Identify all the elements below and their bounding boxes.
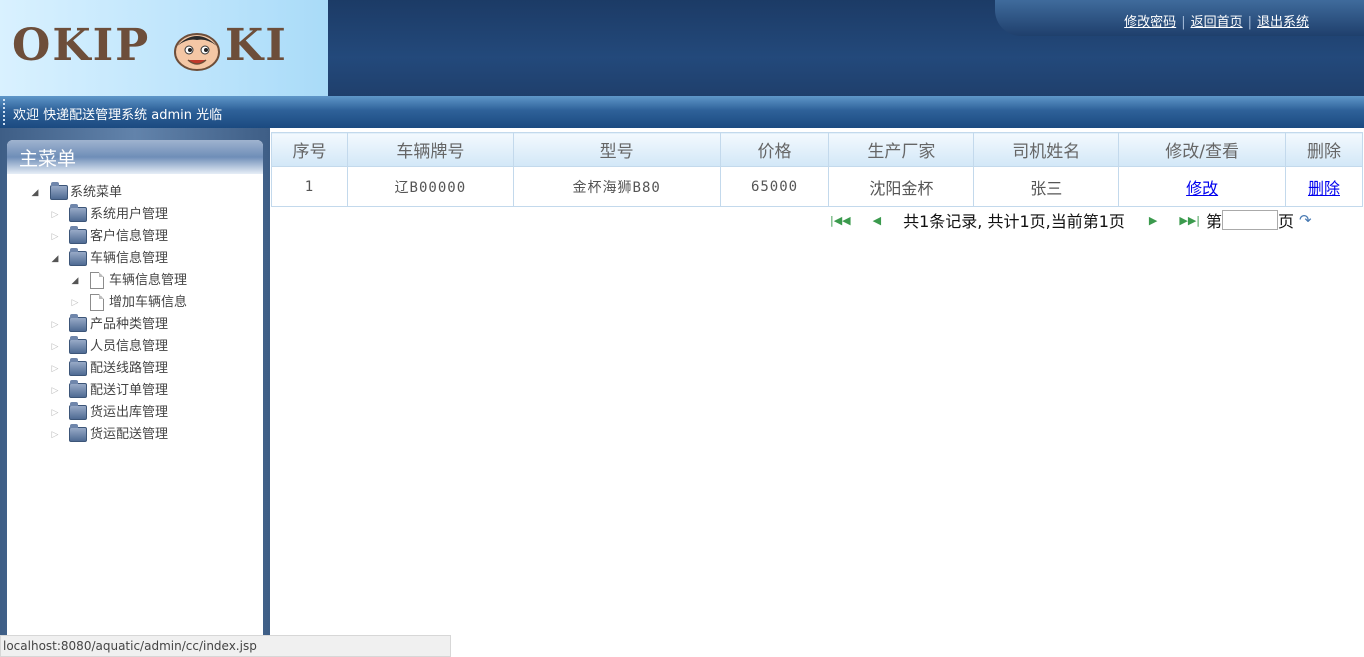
tree-item-product-types[interactable]: ▷ 产品种类管理 bbox=[7, 314, 263, 336]
link-separator: | bbox=[1181, 15, 1186, 30]
splitter-handle[interactable] bbox=[3, 99, 5, 125]
logo-text-left: OKIP bbox=[12, 20, 151, 71]
collapse-arrow-icon[interactable]: ▷ bbox=[50, 402, 60, 424]
collapse-arrow-icon[interactable]: ▷ bbox=[50, 336, 60, 358]
tree-subitem-vehicle-add[interactable]: ▷ 增加车辆信息 bbox=[7, 292, 263, 314]
logout-link[interactable]: 退出系统 bbox=[1257, 15, 1309, 30]
column-header: 价格 bbox=[719, 132, 830, 167]
link-separator: | bbox=[1247, 15, 1252, 30]
tree-item-system-users[interactable]: ▷ 系统用户管理 bbox=[7, 204, 263, 226]
folder-icon bbox=[69, 314, 87, 332]
tree-item-label: 产品种类管理 bbox=[90, 317, 169, 332]
prev-page-icon[interactable]: ◀ bbox=[873, 214, 881, 227]
expand-arrow-icon[interactable]: ◢ bbox=[50, 248, 60, 270]
edit-link[interactable]: 修改 bbox=[1186, 179, 1218, 198]
left-pane: 主菜单 ◢ 系统菜单 ▷ 系统用户管理 ▷ 客户信息管理 ◢ 车辆信息管理 ◢ … bbox=[0, 128, 270, 657]
tree-item-vehicles[interactable]: ◢ 车辆信息管理 bbox=[7, 248, 263, 270]
tree-item-label: 货运出库管理 bbox=[90, 405, 169, 420]
tree-item-personnel[interactable]: ▷ 人员信息管理 bbox=[7, 336, 263, 358]
folder-icon bbox=[69, 380, 87, 398]
collapse-arrow-icon[interactable]: ▷ bbox=[50, 380, 60, 402]
tree-item-label: 配送订单管理 bbox=[90, 383, 169, 398]
expand-arrow-icon[interactable]: ◢ bbox=[70, 270, 80, 292]
page-prefix: 第 bbox=[1206, 212, 1223, 231]
pagination: |◀◀ ◀ 共1条记录, 共计1页,当前第1页 ▶ ▶▶| 第 页 ↷ bbox=[830, 207, 1312, 233]
collapse-arrow-icon[interactable]: ▷ bbox=[70, 292, 80, 314]
collapse-arrow-icon[interactable]: ▷ bbox=[50, 424, 60, 446]
home-link[interactable]: 返回首页 bbox=[1191, 15, 1243, 30]
welcome-text: 欢迎 快递配送管理系统 admin 光临 bbox=[13, 108, 223, 123]
column-header: 型号 bbox=[512, 132, 721, 167]
tree-root[interactable]: ◢ 系统菜单 bbox=[7, 182, 263, 204]
change-password-link[interactable]: 修改密码 bbox=[1124, 15, 1176, 30]
collapse-arrow-icon[interactable]: ▷ bbox=[50, 358, 60, 380]
page-suffix: 页 bbox=[1278, 212, 1295, 231]
table-header-row: 序号 车辆牌号 型号 价格 生产厂家 司机姓名 修改/查看 删除 bbox=[271, 132, 1363, 167]
column-header: 司机姓名 bbox=[973, 132, 1120, 167]
folder-icon bbox=[69, 424, 87, 442]
tree-item-customers[interactable]: ▷ 客户信息管理 bbox=[7, 226, 263, 248]
cell-driver: 张三 bbox=[973, 166, 1120, 207]
delete-link[interactable]: 删除 bbox=[1308, 179, 1340, 198]
collapse-arrow-icon[interactable]: ▷ bbox=[50, 226, 60, 248]
vehicle-table: 序号 车辆牌号 型号 价格 生产厂家 司机姓名 修改/查看 删除 1 辽B000… bbox=[271, 132, 1363, 207]
folder-icon bbox=[69, 204, 87, 222]
cell-model: 金杯海狮B80 bbox=[512, 166, 721, 207]
logo: OKIP KI bbox=[0, 0, 328, 96]
folder-icon bbox=[69, 402, 87, 420]
tree-item-label: 车辆信息管理 bbox=[109, 273, 188, 288]
expand-arrow-icon[interactable]: ◢ bbox=[30, 182, 40, 204]
main-menu: 主菜单 ◢ 系统菜单 ▷ 系统用户管理 ▷ 客户信息管理 ◢ 车辆信息管理 ◢ … bbox=[7, 140, 263, 657]
cell-maker: 沈阳金杯 bbox=[828, 166, 975, 207]
cell-plate: 辽B00000 bbox=[346, 166, 514, 207]
folder-icon bbox=[50, 182, 68, 200]
tree-item-label: 配送线路管理 bbox=[90, 361, 169, 376]
menu-title: 主菜单 bbox=[7, 140, 263, 174]
menu-tree: ◢ 系统菜单 ▷ 系统用户管理 ▷ 客户信息管理 ◢ 车辆信息管理 ◢ 车辆信息… bbox=[7, 174, 263, 446]
logo-face-icon bbox=[174, 33, 220, 71]
tree-item-label: 人员信息管理 bbox=[90, 339, 169, 354]
top-links-panel: 修改密码 | 返回首页 | 退出系统 bbox=[995, 0, 1364, 36]
tree-item-orders[interactable]: ▷ 配送订单管理 bbox=[7, 380, 263, 402]
next-page-icon[interactable]: ▶ bbox=[1149, 214, 1157, 227]
page-number-input[interactable] bbox=[1222, 210, 1279, 230]
column-header: 生产厂家 bbox=[828, 132, 975, 167]
folder-icon bbox=[69, 336, 87, 354]
go-page-icon[interactable]: ↷ bbox=[1299, 211, 1312, 229]
logo-text-right: KI bbox=[225, 20, 288, 71]
collapse-arrow-icon[interactable]: ▷ bbox=[50, 204, 60, 226]
cell-index: 1 bbox=[271, 166, 348, 207]
tree-root-label: 系统菜单 bbox=[70, 185, 123, 200]
cell-delete: 删除 bbox=[1285, 166, 1363, 207]
tree-item-label: 增加车辆信息 bbox=[109, 295, 188, 310]
browser-status-bar: localhost:8080/aquatic/admin/cc/index.js… bbox=[0, 635, 451, 657]
last-page-icon[interactable]: ▶▶| bbox=[1179, 214, 1200, 227]
folder-icon bbox=[69, 248, 87, 266]
document-icon bbox=[90, 294, 104, 311]
tree-item-outbound[interactable]: ▷ 货运出库管理 bbox=[7, 402, 263, 424]
column-header: 车辆牌号 bbox=[346, 132, 514, 167]
cell-edit: 修改 bbox=[1118, 166, 1286, 207]
tree-item-label: 客户信息管理 bbox=[90, 229, 169, 244]
column-header: 序号 bbox=[271, 132, 348, 167]
folder-icon bbox=[69, 358, 87, 376]
column-header: 删除 bbox=[1285, 132, 1363, 167]
table-row: 1 辽B00000 金杯海狮B80 65000 沈阳金杯 张三 修改 删除 bbox=[271, 166, 1363, 207]
tree-item-label: 货运配送管理 bbox=[90, 427, 169, 442]
document-icon bbox=[90, 272, 104, 289]
tree-item-delivery[interactable]: ▷ 货运配送管理 bbox=[7, 424, 263, 446]
column-header: 修改/查看 bbox=[1118, 132, 1286, 167]
folder-icon bbox=[69, 226, 87, 244]
tree-subitem-vehicle-manage[interactable]: ◢ 车辆信息管理 bbox=[7, 270, 263, 292]
header-bar: OKIP KI 修改密码 | 返回首页 | 退出系统 bbox=[0, 0, 1364, 96]
collapse-arrow-icon[interactable]: ▷ bbox=[50, 314, 60, 336]
tree-item-routes[interactable]: ▷ 配送线路管理 bbox=[7, 358, 263, 380]
tree-item-label: 车辆信息管理 bbox=[90, 251, 169, 266]
tree-item-label: 系统用户管理 bbox=[90, 207, 169, 222]
first-page-icon[interactable]: |◀◀ bbox=[830, 214, 851, 227]
welcome-bar: 欢迎 快递配送管理系统 admin 光临 bbox=[0, 96, 1364, 128]
cell-price: 65000 bbox=[719, 166, 830, 207]
pager-summary: 共1条记录, 共计1页,当前第1页 bbox=[903, 212, 1125, 231]
